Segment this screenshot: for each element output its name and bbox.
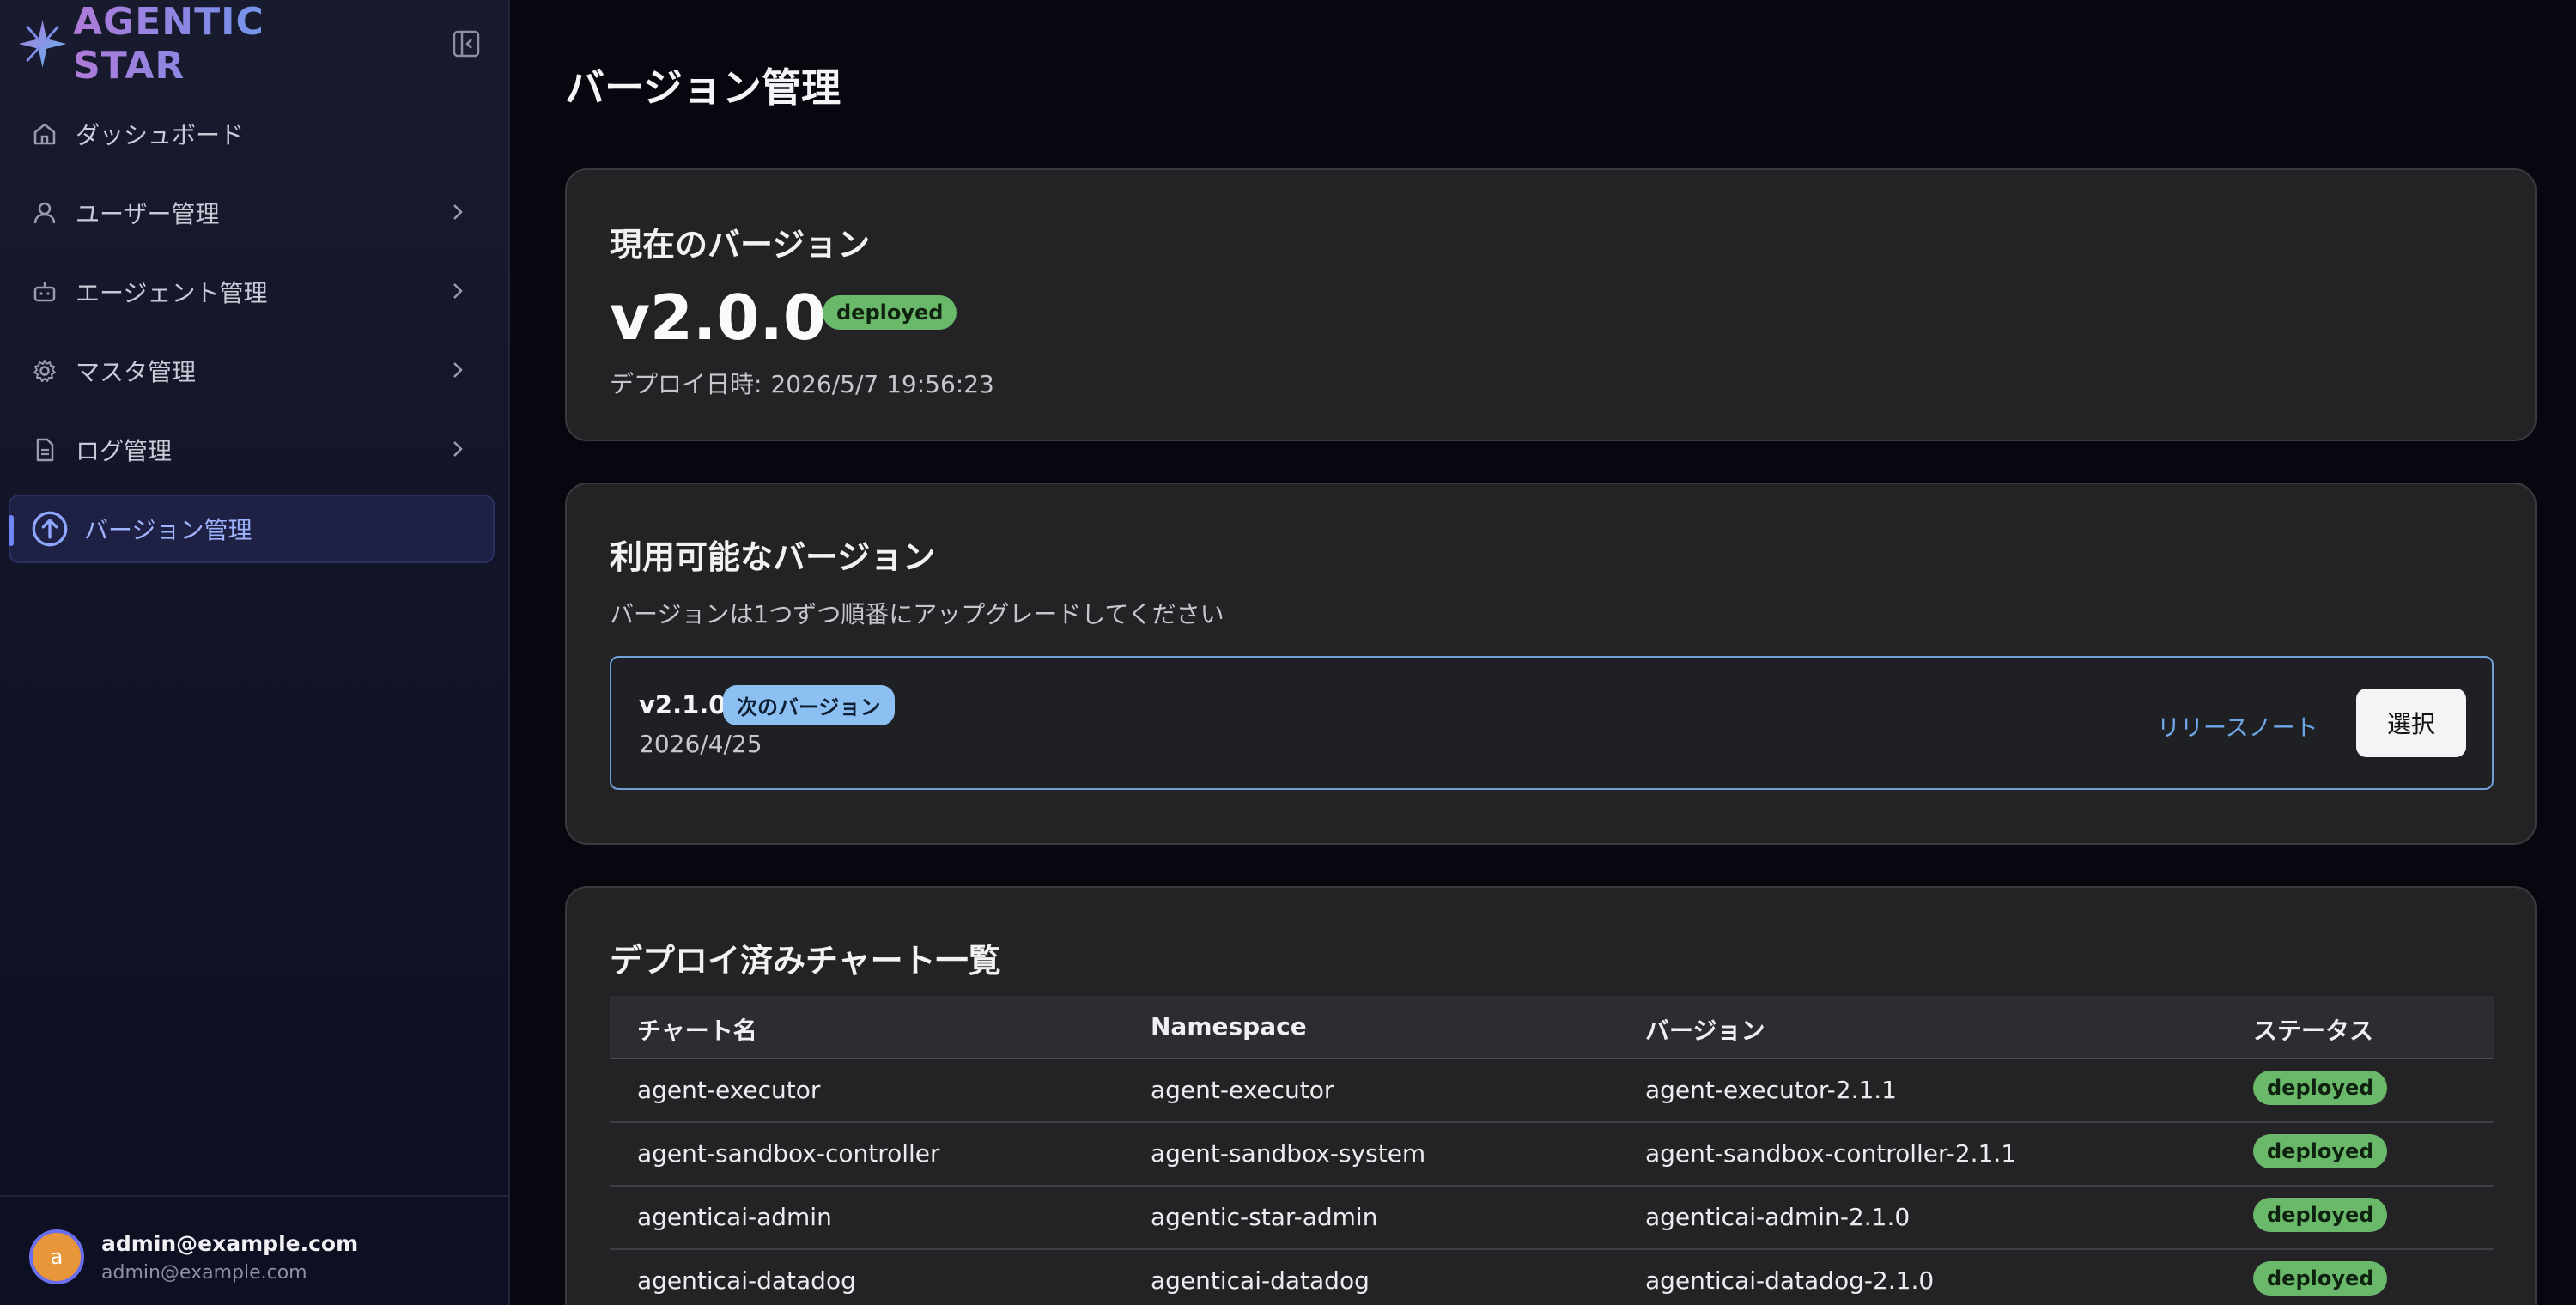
available-versions-card: 利用可能なバージョン バージョンは1つずつ順番にアップグレードしてください v2… xyxy=(565,483,2537,845)
current-version-card: 現在のバージョン v2.0.0 deployed デプロイ日時: 2026/5/7… xyxy=(565,168,2537,441)
table-header: チャート名 Namespace バージョン ステータス xyxy=(610,996,2494,1059)
deploy-date-value: 2026/5/7 19:56:23 xyxy=(770,370,994,398)
user-name: admin@example.com xyxy=(101,1231,359,1256)
status-badge: deployed xyxy=(2253,1261,2388,1296)
current-version: v2.0.0 xyxy=(610,282,826,354)
table-row: agent-executor agent-executor agent-exec… xyxy=(610,1059,2494,1123)
sidebar-collapse-icon[interactable] xyxy=(452,29,481,58)
charts-table: チャート名 Namespace バージョン ステータス agent-execut… xyxy=(610,996,2494,1305)
page-title: バージョン管理 xyxy=(565,64,841,111)
version-option[interactable]: v2.1.0 次のバージョン 2026/4/25 リリースノート 選択 xyxy=(610,656,2494,790)
sidebar-item-agents[interactable]: エージェント管理 xyxy=(9,258,495,326)
version-date: 2026/4/25 xyxy=(639,730,762,758)
chevron-right-icon xyxy=(453,204,463,220)
gear-icon xyxy=(33,360,56,382)
user-icon xyxy=(33,202,56,224)
select-button[interactable]: 選択 xyxy=(2356,689,2466,757)
sidebar-item-label: ダッシュボード xyxy=(76,121,245,149)
status-badge: deployed xyxy=(2253,1198,2388,1232)
chart-namespace: agenticai-datadog xyxy=(1151,1266,1370,1295)
chart-namespace: agentic-star-admin xyxy=(1151,1203,1378,1231)
status-badge: deployed xyxy=(2253,1134,2388,1168)
brand-name: AGENTIC STAR xyxy=(73,0,376,88)
card-title: デプロイ済みチャート一覧 xyxy=(610,942,1001,980)
status-badge: deployed xyxy=(2253,1071,2388,1105)
sidebar-item-users[interactable]: ユーザー管理 xyxy=(9,179,495,247)
column-header[interactable]: チャート名 xyxy=(637,1012,757,1047)
table-row: agenticai-admin agentic-star-admin agent… xyxy=(610,1187,2494,1250)
column-header[interactable]: ステータス xyxy=(2253,1012,2373,1047)
sidebar-item-label: ログ管理 xyxy=(76,437,173,465)
next-version-badge: 次のバージョン xyxy=(723,685,895,725)
upgrade-arrow-icon xyxy=(32,511,68,547)
sidebar-item-label: エージェント管理 xyxy=(76,279,268,307)
sidebar-nav: ダッシュボード ユーザー管理 エージェント管理 マスタ管理 ログ管理 バージョン… xyxy=(9,100,495,574)
release-notes-link[interactable]: リリースノート xyxy=(2157,709,2318,743)
column-header[interactable]: バージョン xyxy=(1645,1012,1765,1047)
chart-namespace: agent-sandbox-system xyxy=(1151,1139,1426,1168)
chart-name: agenticai-admin xyxy=(637,1203,832,1231)
chart-version: agenticai-datadog-2.1.0 xyxy=(1645,1266,1935,1295)
sidebar-item-version[interactable]: バージョン管理 xyxy=(9,495,495,563)
chevron-right-icon xyxy=(453,362,463,378)
column-header[interactable]: Namespace xyxy=(1151,1012,1307,1041)
chart-version: agent-executor-2.1.1 xyxy=(1645,1076,1897,1104)
brand-logo[interactable]: AGENTIC STAR xyxy=(15,0,376,88)
card-subtitle: バージョンは1つずつ順番にアップグレードしてください xyxy=(610,600,1224,628)
sidebar-item-master[interactable]: マスタ管理 xyxy=(9,337,495,405)
sidebar-item-dashboard[interactable]: ダッシュボード xyxy=(9,100,495,168)
home-icon xyxy=(33,123,56,145)
deployed-charts-card: デプロイ済みチャート一覧 チャート名 Namespace バージョン ステータス… xyxy=(565,886,2537,1305)
bot-icon xyxy=(33,282,56,302)
user-email: admin@example.com xyxy=(101,1262,307,1284)
chart-namespace: agent-executor xyxy=(1151,1076,1334,1104)
deploy-date: デプロイ日時: 2026/5/7 19:56:23 xyxy=(610,366,994,400)
chart-version: agenticai-admin-2.1.0 xyxy=(1645,1203,1911,1231)
star-logo-icon xyxy=(18,20,67,68)
sidebar-item-label: ユーザー管理 xyxy=(76,200,220,228)
card-title: 利用可能なバージョン xyxy=(610,538,936,576)
chart-name: agent-executor xyxy=(637,1076,821,1104)
chevron-right-icon xyxy=(453,441,463,457)
divider xyxy=(0,1195,510,1197)
card-title: 現在のバージョン xyxy=(610,226,871,264)
avatar[interactable]: a xyxy=(29,1229,84,1284)
sidebar-item-label: バージョン管理 xyxy=(84,516,252,544)
version-label: v2.1.0 xyxy=(639,690,726,719)
chart-name: agenticai-datadog xyxy=(637,1266,856,1295)
chart-version: agent-sandbox-controller-2.1.1 xyxy=(1645,1139,2017,1168)
deploy-date-label: デプロイ日時: xyxy=(610,370,762,398)
chart-name: agent-sandbox-controller xyxy=(637,1139,940,1168)
chevron-right-icon xyxy=(453,283,463,299)
status-badge: deployed xyxy=(823,295,957,330)
table-row: agent-sandbox-controller agent-sandbox-s… xyxy=(610,1123,2494,1187)
document-icon xyxy=(36,438,54,462)
sidebar-item-logs[interactable]: ログ管理 xyxy=(9,416,495,484)
sidebar-item-label: マスタ管理 xyxy=(76,358,197,386)
table-row: agenticai-datadog agenticai-datadog agen… xyxy=(610,1250,2494,1305)
sidebar: AGENTIC STAR ダッシュボード ユーザー管理 エージェント管理 マスタ… xyxy=(0,0,510,1305)
